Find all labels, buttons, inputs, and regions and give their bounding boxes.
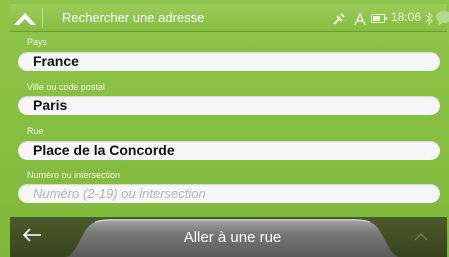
clock: 18:06 [391,10,422,24]
country-field[interactable]: France [18,52,440,71]
back-arrow-icon [14,13,36,25]
number-label: Numéro ou intersection [27,170,121,180]
country-label: Pays [27,37,48,47]
header-bar: Rechercher une adresse 18:06 [10,4,449,32]
street-field[interactable]: Place de la Concorde [18,141,440,160]
page-title: Rechercher une adresse [62,10,205,25]
header-back-button[interactable] [10,4,40,32]
go-to-street-label: Aller à une rue [183,229,282,246]
satellite-icon [333,13,345,25]
city-label: Ville ou code postal [27,82,105,92]
number-field[interactable]: Numéro (2-19) ou intersection [18,184,440,203]
chevron-up-icon[interactable] [414,233,428,241]
city-field[interactable]: Paris [18,96,440,115]
a-letter-icon [354,12,366,26]
street-label: Rue [27,126,44,136]
bluetooth-icon [425,12,433,25]
battery-icon [371,14,387,23]
message-icon[interactable] [435,10,449,26]
address-search-screen: Rechercher une adresse 18:06 Pays France… [0,0,449,257]
number-placeholder: Numéro (2-19) ou intersection [33,186,206,201]
back-arrow-icon[interactable] [22,228,42,242]
header-divider [42,8,43,28]
street-value: Place de la Concorde [33,142,175,158]
city-value: Paris [33,97,68,113]
country-value: France [33,53,79,69]
go-to-street-button[interactable]: Aller à une rue [65,217,400,257]
bottom-bar: Aller à une rue [10,217,447,257]
